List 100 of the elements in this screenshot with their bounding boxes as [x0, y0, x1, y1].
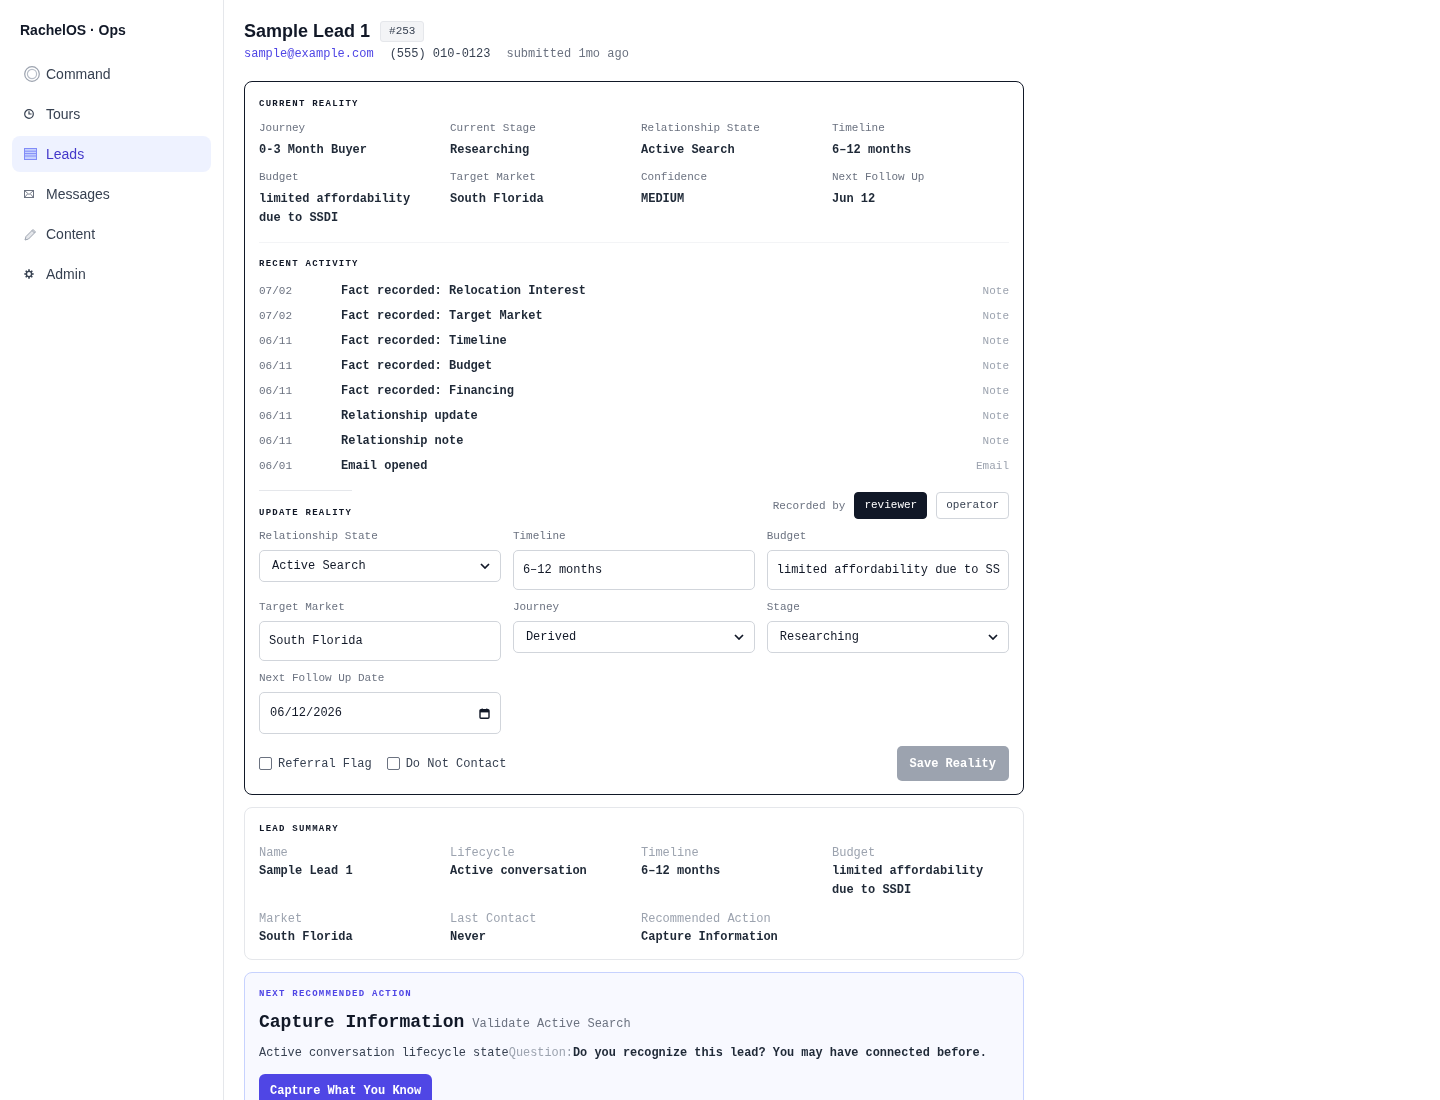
question-label: Question: [508, 1046, 573, 1060]
section-title: CURRENT REALITY [259, 98, 360, 110]
checkbox[interactable] [259, 757, 272, 770]
activity-text: Fact recorded: Target Market [341, 308, 544, 323]
question-text: Do you recognize this lead? You may have connected before. [573, 1046, 987, 1060]
date-field[interactable]: 06/12/2026 [259, 692, 501, 734]
activity-date: 06/11 [259, 384, 293, 397]
calendar-icon [478, 707, 490, 719]
recorder-option[interactable]: reviewer [854, 492, 928, 519]
checkbox[interactable] [386, 757, 400, 770]
activity-type: Note [982, 384, 1009, 397]
activity-date: 07/02 [259, 309, 293, 322]
activity-date: 06/11 [259, 334, 293, 347]
lead-name: Sample Lead 1 [244, 20, 371, 42]
field-value: 6–12 months [832, 142, 913, 159]
field-value: South Florida [259, 929, 354, 946]
nav-item[interactable]: Command [12, 56, 211, 92]
dropdown[interactable]: Derived [512, 621, 755, 653]
recorder-option[interactable]: operator [936, 492, 1009, 519]
activity-type: Note [982, 309, 1009, 322]
dropdown[interactable]: Researching [766, 621, 1009, 653]
field-value: Never [450, 929, 487, 946]
nav-item[interactable]: Admin [12, 256, 211, 292]
gear-icon [24, 269, 34, 279]
field-label: Target Market [450, 170, 537, 184]
chevron-icon [733, 634, 744, 640]
field-value: South Florida [450, 191, 545, 208]
nav-item[interactable]: Tours [12, 96, 211, 132]
section-title: NEXT RECOMMENDED ACTION [259, 988, 413, 1000]
activity-date: 06/11 [259, 359, 293, 372]
field-value: Researching [450, 142, 531, 159]
field-label: Last Contact [450, 912, 538, 926]
activity-type: Email [976, 459, 1009, 472]
envelope-icon [24, 190, 34, 198]
lifecycle-note: Active conversation lifecycle state [259, 1046, 509, 1060]
field-label: Next Follow Up [832, 170, 926, 184]
field-value: MEDIUM [641, 191, 686, 208]
field-value: limited affordability due to SSDI [259, 191, 412, 227]
section-title: RECENT ACTIVITY [259, 258, 360, 270]
capture-button[interactable]: Capture What You Know [259, 1074, 433, 1100]
field-value: Jun 12 [832, 191, 877, 208]
submitted-time: submitted 1mo ago [506, 46, 629, 62]
field-label: Current Stage [450, 121, 537, 135]
field-label: Journey [512, 600, 561, 614]
field-label: Budget [832, 846, 877, 860]
section-title: LEAD SUMMARY [259, 823, 340, 835]
activity-date: 07/02 [259, 284, 293, 297]
activity-type: Note [982, 334, 1009, 347]
checkbox-label: Do Not Contact [405, 756, 507, 771]
email-link[interactable]: sample@example.com [244, 46, 374, 62]
field-label: Target Market [259, 600, 346, 614]
field-label: Stage [766, 600, 801, 614]
field-label: Name [259, 846, 289, 860]
id-badge: #253 [380, 20, 425, 42]
field-label: Timeline [832, 121, 886, 135]
field-label: Market [259, 912, 304, 926]
field-label: Recommended Action [641, 912, 772, 926]
field-label: Next Follow Up Date [259, 671, 386, 685]
brand-title: RachelOS · Ops [19, 21, 127, 40]
field-value: Sample Lead 1 [259, 863, 354, 880]
action-subtitle: Validate Active Search [472, 1017, 631, 1031]
field-value: Capture Information [641, 929, 779, 946]
field-label: Timeline [512, 529, 567, 543]
field-value: Active Search [641, 142, 736, 159]
field-label: Lifecycle [450, 846, 516, 860]
nav-item[interactable]: Leads [12, 136, 211, 172]
field-label: Confidence [641, 170, 708, 184]
activity-text: Fact recorded: Financing [341, 383, 515, 398]
field-value: limited affordability due to SSDI [832, 863, 985, 899]
activity-text: Fact recorded: Timeline [341, 333, 508, 348]
pencil-icon [24, 227, 37, 241]
field-value: 0-3 Month Buyer [259, 142, 369, 159]
list-icon [24, 148, 37, 160]
action-headline: Capture Information [259, 1011, 465, 1034]
ring-icon [24, 66, 40, 82]
field-label: Relationship State [259, 529, 379, 543]
field-label: Budget [259, 170, 300, 184]
activity-date: 06/01 [259, 459, 293, 472]
field-label: Timeline [641, 846, 700, 860]
activity-text: Email opened [341, 458, 429, 473]
activity-text: Relationship note [341, 433, 465, 448]
dropdown[interactable]: Active Search [259, 550, 501, 582]
text-field[interactable]: South Florida [259, 621, 501, 661]
text-field[interactable]: 6–12 months [512, 550, 755, 590]
section-title: UPDATE REALITY [259, 507, 353, 519]
activity-text: Fact recorded: Budget [341, 358, 494, 373]
activity-date: 06/11 [259, 434, 293, 447]
field-value: Active conversation [450, 863, 588, 880]
field-label: Relationship State [641, 121, 761, 135]
nav-item[interactable]: Content [12, 216, 211, 252]
nav-item[interactable]: Messages [12, 176, 211, 212]
activity-type: Note [982, 284, 1009, 297]
activity-type: Note [982, 359, 1009, 372]
text-field[interactable]: limited affordability due to SS [766, 550, 1009, 590]
activity-date: 06/11 [259, 409, 293, 422]
recorded-by-label: Recorded by [772, 499, 846, 512]
chevron-icon [479, 563, 490, 569]
phone-number: (555) 010-0123 [389, 46, 491, 62]
chevron-icon [988, 634, 998, 640]
clock-icon [24, 109, 34, 119]
